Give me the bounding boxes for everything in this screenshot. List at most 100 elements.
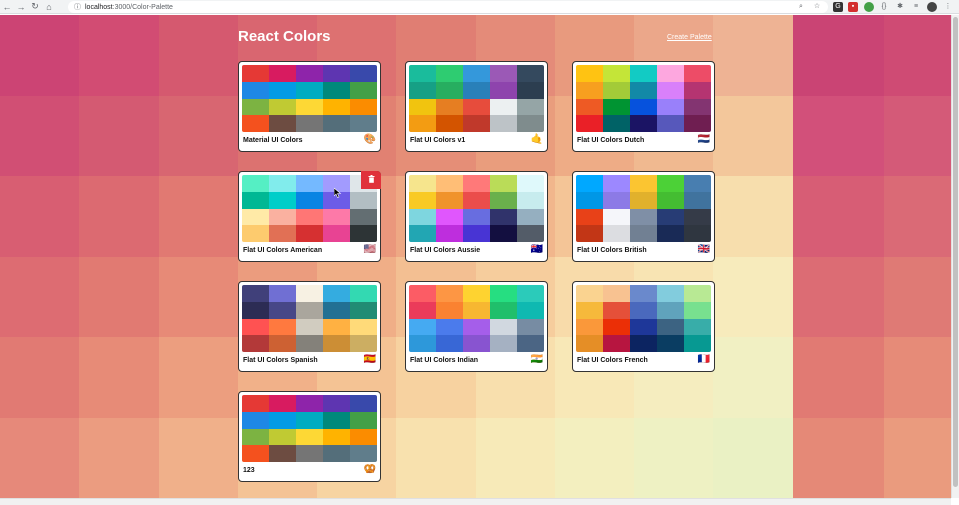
background-tile xyxy=(158,256,238,337)
palette-card[interactable]: Flat UI Colors Dutch 🇳🇱 xyxy=(572,61,715,152)
color-swatch xyxy=(296,395,323,412)
scrollbar-thumb[interactable] xyxy=(953,17,958,487)
color-swatch xyxy=(269,175,296,192)
back-icon[interactable]: ← xyxy=(0,0,14,14)
color-swatch xyxy=(576,98,603,116)
extension-icon[interactable]: {} xyxy=(879,2,889,12)
home-icon[interactable]: ⌂ xyxy=(42,0,56,14)
color-swatch xyxy=(576,285,603,302)
color-swatch xyxy=(684,115,711,132)
forward-icon[interactable]: → xyxy=(14,0,28,14)
color-swatch xyxy=(657,115,684,132)
color-swatch xyxy=(630,335,657,352)
color-swatch xyxy=(603,225,630,242)
color-swatch xyxy=(463,98,490,116)
color-swatch xyxy=(242,411,269,429)
avatar[interactable] xyxy=(927,2,937,12)
delete-palette-button[interactable] xyxy=(361,171,381,189)
palette-card[interactable]: Flat UI Colors v1 🤙 xyxy=(405,61,548,152)
palette-swatches xyxy=(409,285,544,352)
color-swatch xyxy=(269,191,296,209)
extension-icon[interactable]: ▪ xyxy=(848,2,858,12)
color-swatch xyxy=(657,65,684,82)
color-swatch xyxy=(657,98,684,116)
background-tile xyxy=(713,256,793,337)
color-swatch xyxy=(657,208,684,226)
color-swatch xyxy=(296,191,323,209)
palette-card[interactable]: Flat UI Colors French 🇫🇷 xyxy=(572,281,715,372)
palette-card[interactable]: Flat UI Colors British 🇬🇧 xyxy=(572,171,715,262)
color-swatch xyxy=(350,395,377,412)
horizontal-scrollbar[interactable] xyxy=(0,498,951,505)
color-swatch xyxy=(517,98,544,116)
palette-emoji: 🇳🇱 xyxy=(697,134,710,145)
palette-name: Flat UI Colors American xyxy=(243,246,323,254)
color-swatch xyxy=(630,318,657,336)
color-swatch xyxy=(657,318,684,336)
color-swatch xyxy=(350,225,377,242)
create-palette-link[interactable]: Create Palette xyxy=(667,34,712,41)
background-tile xyxy=(713,337,793,418)
background-tile xyxy=(713,95,793,176)
extension-icon[interactable]: G xyxy=(833,2,843,12)
palette-card[interactable]: Flat UI Colors American 🇺🇸 xyxy=(238,171,381,262)
color-swatch xyxy=(269,335,296,352)
color-swatch xyxy=(409,301,436,319)
color-swatch xyxy=(323,98,350,116)
color-swatch xyxy=(517,225,544,242)
palette-card[interactable]: Material UI Colors 🎨 xyxy=(238,61,381,152)
background-tile xyxy=(79,256,159,337)
reload-icon[interactable]: ↻ xyxy=(28,0,42,14)
extension-icon[interactable] xyxy=(864,2,874,12)
color-swatch xyxy=(242,191,269,209)
palette-card-footer: Flat UI Colors Spanish 🇪🇸 xyxy=(243,353,376,367)
info-icon: ⓘ xyxy=(74,4,81,11)
bookmark-star-icon[interactable]: ☆ xyxy=(812,2,822,12)
color-swatch xyxy=(296,428,323,446)
palette-card[interactable]: 123 🥨 xyxy=(238,391,381,482)
page: React Colors Create Palette Material UI … xyxy=(0,15,951,498)
color-swatch xyxy=(490,191,517,209)
puzzle-icon[interactable]: ✱ xyxy=(895,2,905,12)
palette-card[interactable]: Flat UI Colors Indian 🇮🇳 xyxy=(405,281,548,372)
color-swatch xyxy=(576,301,603,319)
color-swatch xyxy=(657,175,684,192)
color-swatch xyxy=(490,115,517,132)
kebab-menu-icon[interactable]: ⋮ xyxy=(943,2,953,12)
palette-emoji: 🇺🇸 xyxy=(363,244,376,255)
color-swatch xyxy=(517,335,544,352)
background-tile xyxy=(475,417,555,498)
color-swatch xyxy=(576,335,603,352)
menu-list-icon[interactable]: ≡ xyxy=(911,2,921,12)
address-bar[interactable]: ⓘ localhost:3000/Color-Palette xyxy=(68,1,828,13)
palette-name: Flat UI Colors Dutch xyxy=(577,136,645,144)
color-swatch xyxy=(269,98,296,116)
color-swatch xyxy=(684,208,711,226)
palette-emoji: 🇪🇸 xyxy=(363,354,376,365)
color-swatch xyxy=(630,115,657,132)
url-host: localhost xyxy=(85,3,113,11)
palette-name: Flat UI Colors Aussie xyxy=(410,246,481,254)
color-swatch xyxy=(436,301,463,319)
zoom-icon[interactable]: ⌕ xyxy=(796,2,806,12)
palette-card[interactable]: Flat UI Colors Spanish 🇪🇸 xyxy=(238,281,381,372)
color-swatch xyxy=(323,395,350,412)
color-swatch xyxy=(296,115,323,132)
color-swatch xyxy=(409,81,436,99)
palette-card-footer: Flat UI Colors French 🇫🇷 xyxy=(577,353,710,367)
color-swatch xyxy=(490,175,517,192)
color-swatch xyxy=(603,335,630,352)
color-swatch xyxy=(242,175,269,192)
color-swatch xyxy=(576,175,603,192)
color-swatch xyxy=(350,411,377,429)
color-swatch xyxy=(436,335,463,352)
color-swatch xyxy=(436,208,463,226)
color-swatch xyxy=(242,301,269,319)
color-swatch xyxy=(269,285,296,302)
color-swatch xyxy=(269,65,296,82)
color-swatch xyxy=(269,301,296,319)
color-swatch xyxy=(517,191,544,209)
vertical-scrollbar[interactable] xyxy=(951,15,959,498)
color-swatch xyxy=(296,98,323,116)
palette-card[interactable]: Flat UI Colors Aussie 🇦🇺 xyxy=(405,171,548,262)
